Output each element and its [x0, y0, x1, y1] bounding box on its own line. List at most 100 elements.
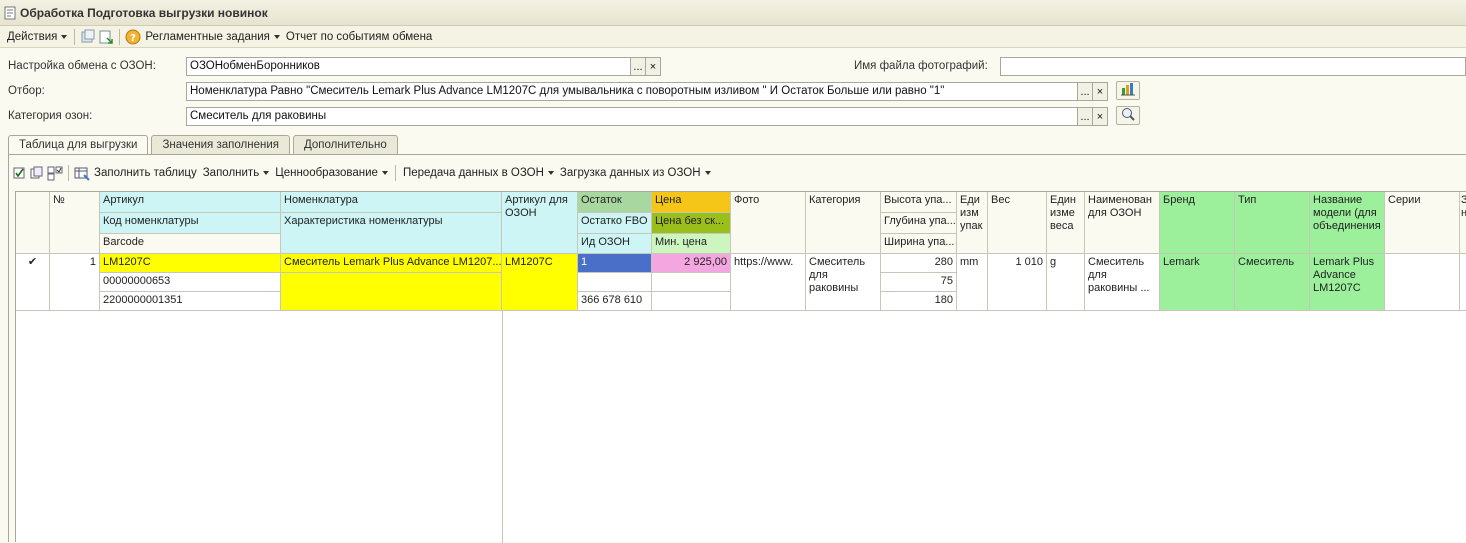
header-price[interactable]: Цена [652, 192, 731, 213]
header-brand[interactable]: Бренд [1160, 192, 1235, 254]
row-pack-height[interactable]: 280 [881, 254, 957, 273]
row-brand[interactable]: Lemark [1160, 254, 1235, 311]
row-extra[interactable] [1460, 254, 1466, 311]
header-photo[interactable]: Фото [731, 192, 806, 254]
tab-export-table[interactable]: Таблица для выгрузки [8, 135, 149, 156]
row-barcode[interactable]: 2200000001351 [100, 292, 281, 311]
row-pack-depth[interactable]: 75 [881, 273, 957, 292]
filter-clear-button[interactable]: × [1092, 82, 1108, 101]
exchange-select-button[interactable]: ... [630, 57, 646, 76]
header-ozon-name[interactable]: Наименован для ОЗОН [1085, 192, 1160, 254]
header-type[interactable]: Тип [1235, 192, 1310, 254]
row-photo[interactable]: https://www. [731, 254, 806, 311]
row-characteristic[interactable] [281, 273, 502, 311]
svg-text:?: ? [130, 33, 136, 44]
header-characteristic[interactable]: Характеристика номенклатуры [281, 213, 502, 254]
scheduled-tasks-menu[interactable]: Регламентные задания [142, 28, 283, 46]
row-model[interactable]: Lemark Plus Advance LM1207C [1310, 254, 1385, 311]
row-weight[interactable]: 1 010 [988, 254, 1047, 311]
tab-fill-values[interactable]: Значения заполнения [151, 135, 290, 155]
row-ozon-name[interactable]: Смеситель для раковины ... [1085, 254, 1160, 311]
row-category[interactable]: Смеситель для раковины [806, 254, 881, 311]
header-pack-height[interactable]: Высота упа... [881, 192, 957, 213]
exchange-events-report-button[interactable]: Отчет по событиям обмена [283, 28, 435, 46]
category-clear-button[interactable]: × [1092, 107, 1108, 126]
uncheck-all-icon[interactable] [46, 164, 64, 182]
header-pack-depth[interactable]: Глубина упа... [881, 213, 957, 234]
header-series[interactable]: Серии [1385, 192, 1460, 254]
header-stock-fbo[interactable]: Остатко FBO [578, 213, 652, 234]
row-price-no-discount[interactable] [652, 273, 731, 292]
category-search-button[interactable] [1116, 106, 1140, 125]
frozen-columns-divider [502, 311, 503, 543]
exchange-clear-button[interactable]: × [645, 57, 661, 76]
row-min-price[interactable] [652, 292, 731, 311]
exchange-setting-label: Настройка обмена с ОЗОН: [8, 60, 156, 72]
header-item-code[interactable]: Код номенклатуры [100, 213, 281, 234]
scheduled-tasks-label: Регламентные задания [145, 30, 270, 43]
row-stock-fbo[interactable] [578, 273, 652, 292]
row-type[interactable]: Смеситель [1235, 254, 1310, 311]
check-all-icon[interactable] [10, 164, 28, 182]
header-ozon-id[interactable]: Ид ОЗОН [578, 234, 652, 254]
fill-table-button[interactable]: Заполнить таблицу [91, 164, 200, 182]
category-select-button[interactable]: ... [1077, 107, 1093, 126]
actions-menu[interactable]: Действия [4, 28, 70, 46]
export-table[interactable]: № Артикул Код номенклатуры Barcode Номен… [15, 191, 1466, 543]
header-pack-width[interactable]: Ширина упа... [881, 234, 957, 254]
load-from-ozon-menu[interactable]: Загрузка данных из ОЗОН [557, 164, 714, 182]
tab-additional[interactable]: Дополнительно [292, 135, 398, 155]
help-icon[interactable]: ? [124, 28, 142, 46]
export-icon[interactable] [79, 28, 97, 46]
filter-select-button[interactable]: ... [1077, 82, 1093, 101]
import-icon[interactable] [97, 28, 115, 46]
header-category[interactable]: Категория [806, 192, 881, 254]
row-series[interactable] [1385, 254, 1460, 311]
processing-icon [4, 6, 16, 20]
exchange-setting-field[interactable]: ОЗОНобменБоронников [186, 57, 631, 76]
pricing-menu[interactable]: Ценнообразование [272, 164, 391, 182]
row-ozon-id[interactable]: 366 678 610 [578, 292, 652, 311]
fill-menu-label: Заполнить [202, 167, 260, 179]
chevron-down-icon [61, 34, 68, 39]
header-unit[interactable]: Еди изм упак [957, 192, 988, 254]
photo-file-field[interactable] [1000, 57, 1466, 76]
header-min-price[interactable]: Мин. цена [652, 234, 731, 254]
header-check [16, 192, 50, 254]
header-barcode[interactable]: Barcode [100, 234, 281, 254]
row-weight-unit[interactable]: g [1047, 254, 1085, 311]
row-check[interactable]: ✔ [16, 254, 50, 311]
header-price-no-discount[interactable]: Цена без ск... [652, 213, 731, 234]
photo-file-label: Имя файла фотографий: [854, 60, 988, 72]
row-price[interactable]: 2 925,00 [652, 254, 731, 273]
copy-icon[interactable] [28, 164, 46, 182]
header-article[interactable]: Артикул [100, 192, 281, 213]
header-weight[interactable]: Вес [988, 192, 1047, 254]
header-ozon-article[interactable]: Артикул для ОЗОН [502, 192, 578, 254]
header-model[interactable]: Название модели (для объединения [1310, 192, 1385, 254]
row-article[interactable]: LM1207C [100, 254, 281, 273]
chevron-down-icon [263, 171, 270, 175]
filter-settings-button[interactable] [1116, 81, 1140, 100]
filter-chart-icon [1120, 82, 1136, 99]
row-stock[interactable]: 1 [578, 254, 652, 273]
toolbar-separator [119, 28, 121, 45]
row-unit[interactable]: mm [957, 254, 988, 311]
ozon-category-field[interactable]: Смеситель для раковины [186, 107, 1078, 126]
filter-field[interactable]: Номенклатура Равно "Смеситель Lemark Plu… [186, 82, 1078, 101]
pricing-menu-label: Ценнообразование [275, 167, 378, 179]
row-nomenclature[interactable]: Смеситель Lemark Plus Advance LM1207... [281, 254, 502, 273]
ozon-category-label: Категория озон: [8, 110, 93, 122]
header-stock[interactable]: Остаток [578, 192, 652, 213]
header-weight-unit[interactable]: Един изме веса [1047, 192, 1085, 254]
load-from-ozon-label: Загрузка данных из ОЗОН [559, 167, 701, 179]
row-pack-width[interactable]: 180 [881, 292, 957, 311]
header-num[interactable]: № [50, 192, 100, 254]
chevron-down-icon [547, 171, 554, 175]
header-extra[interactable]: З н [1460, 192, 1466, 254]
row-ozon-article[interactable]: LM1207C [502, 254, 578, 311]
fill-menu[interactable]: Заполнить [200, 164, 272, 182]
send-to-ozon-menu[interactable]: Передача данных в ОЗОН [400, 164, 557, 182]
header-nomenclature[interactable]: Номенклатура [281, 192, 502, 213]
row-item-code[interactable]: 00000000653 [100, 273, 281, 292]
